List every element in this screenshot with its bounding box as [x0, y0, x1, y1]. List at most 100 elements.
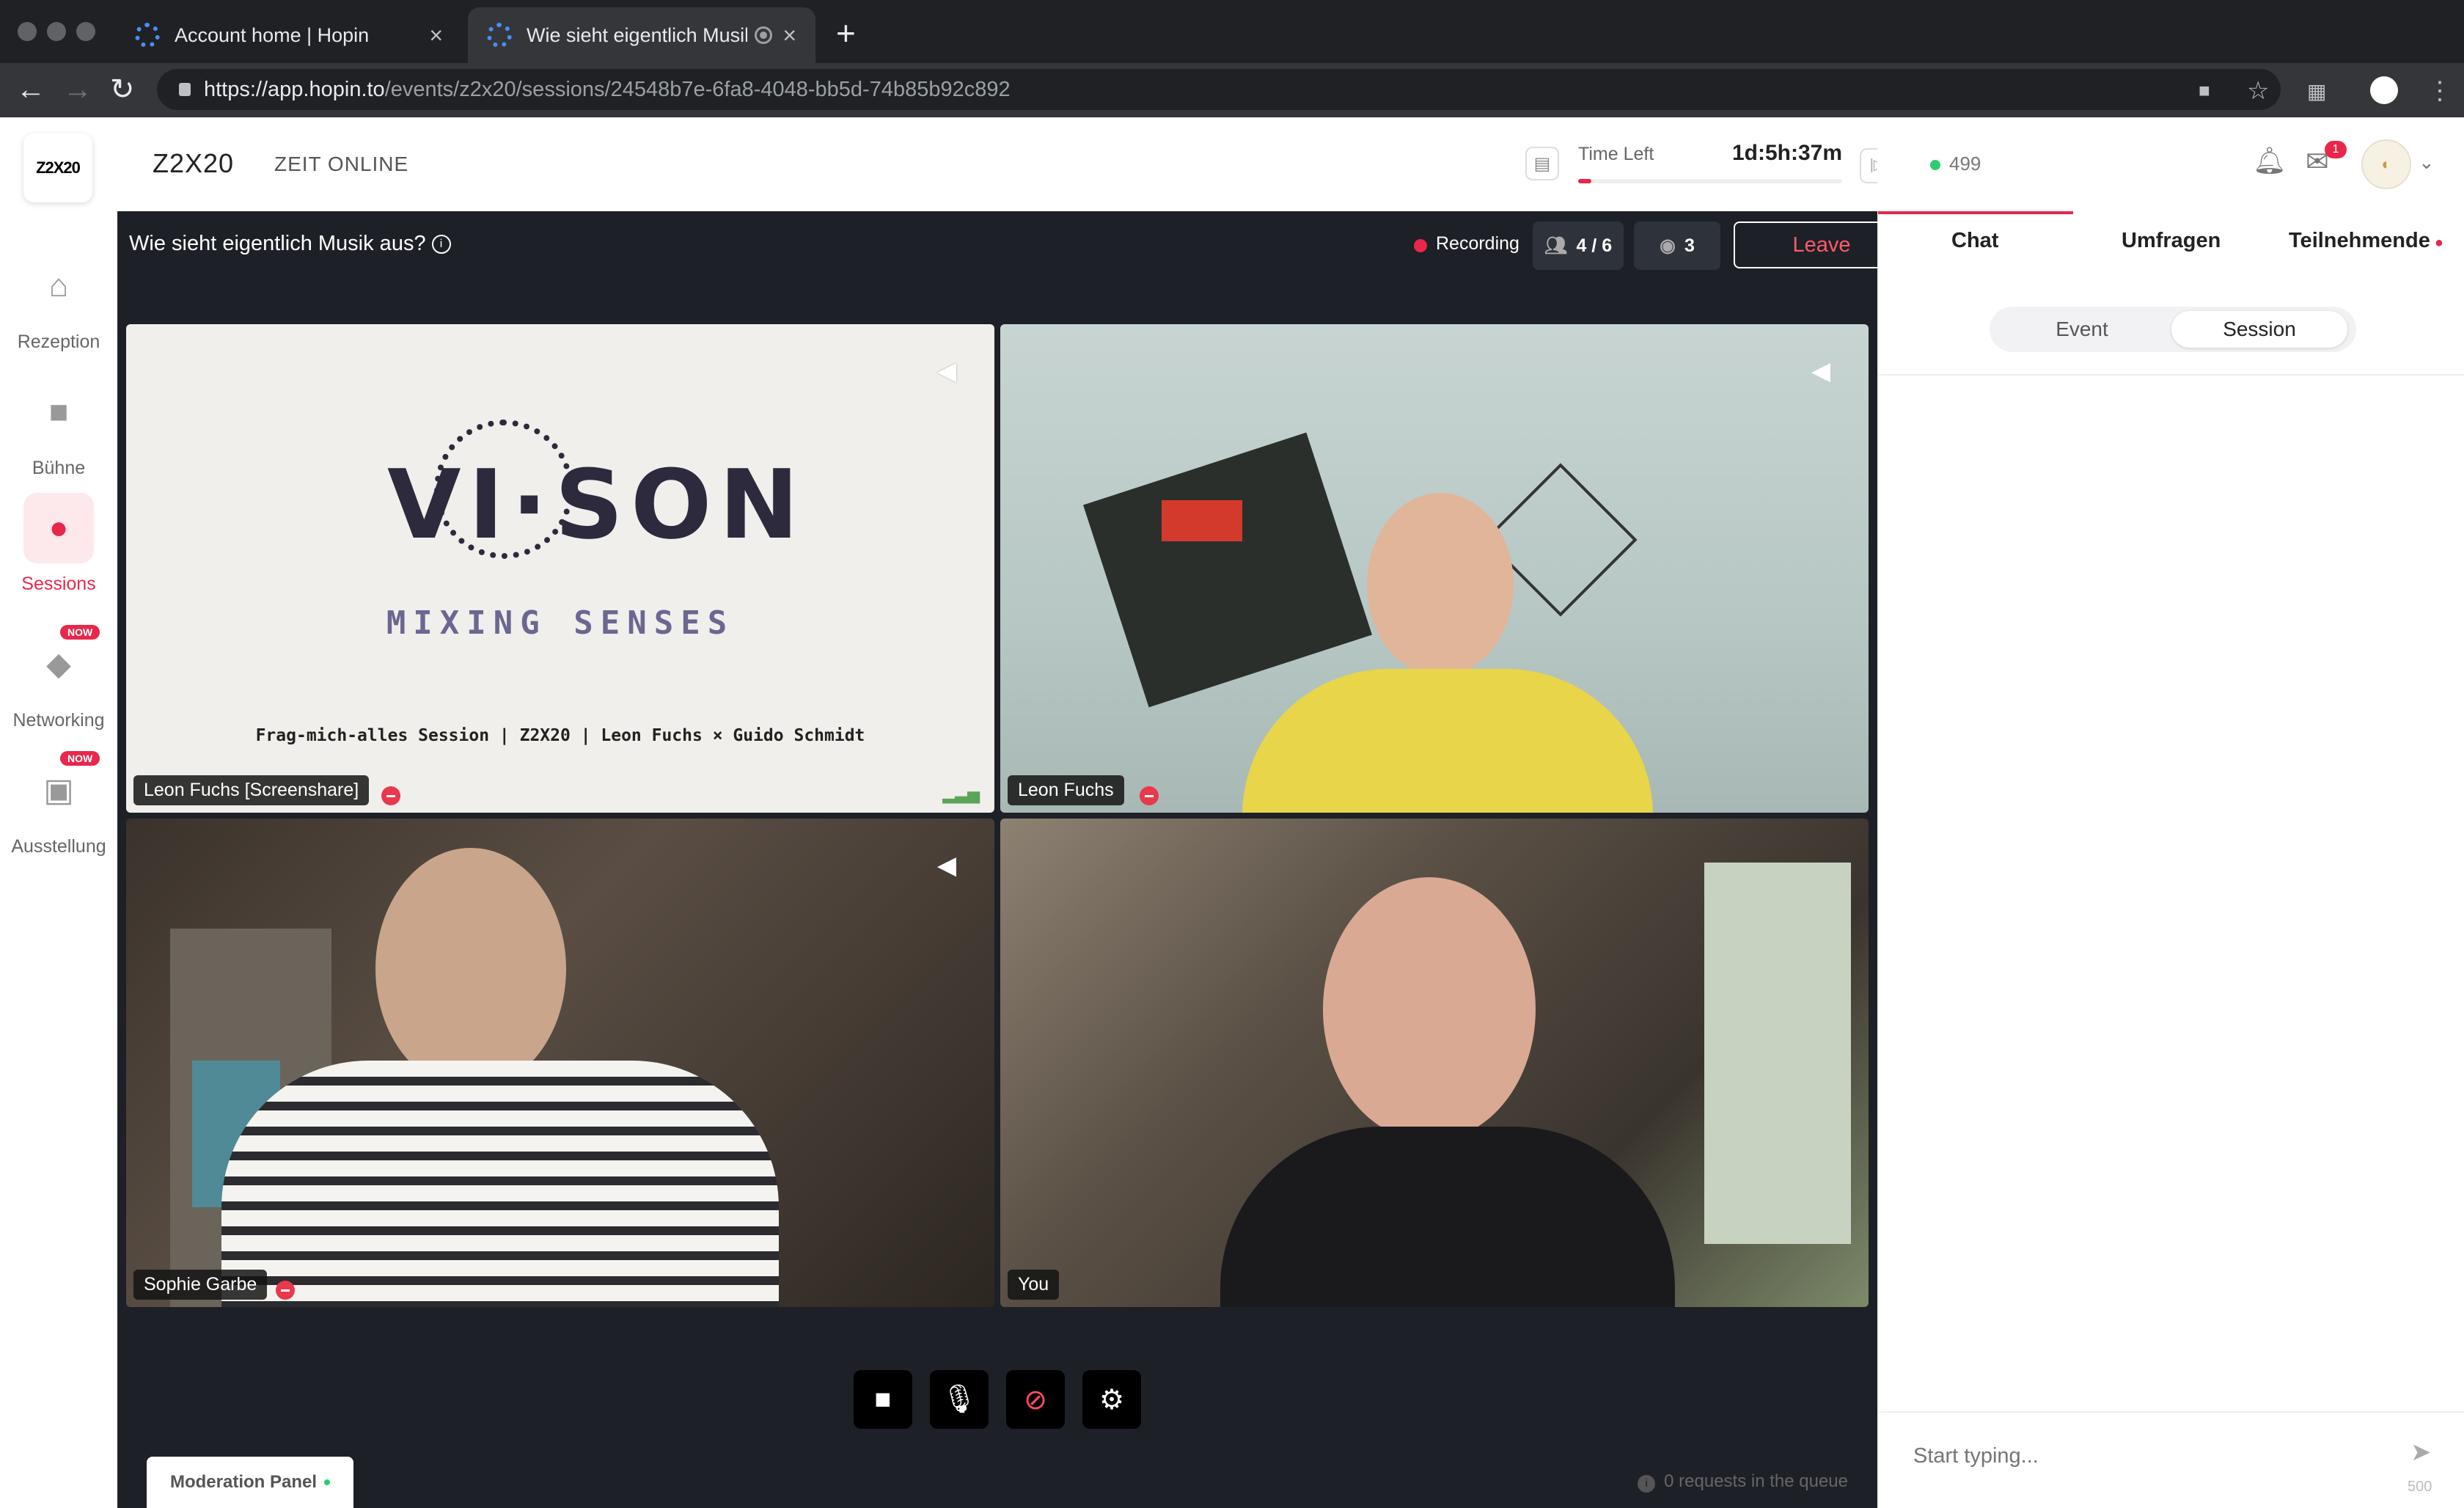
close-tab-icon[interactable]: ×: [782, 22, 796, 49]
bookmark-star-icon[interactable]: ☆: [2247, 76, 2269, 106]
viewers-count[interactable]: ◉ 3: [1634, 222, 1720, 270]
gear-icon: ⚙: [1099, 1384, 1125, 1416]
info-icon[interactable]: i: [431, 235, 451, 255]
video-camera-icon: ■: [874, 1383, 892, 1415]
media-controls: ■ 🎙︎ ⊘ ⚙: [117, 1370, 1877, 1429]
speaker-icon[interactable]: ◀: [937, 356, 956, 386]
speaker-icon[interactable]: ◀: [1811, 356, 1830, 386]
session-title-text: Wie sieht eigentlich Musik aus?: [129, 232, 426, 255]
hopin-favicon-icon: [135, 23, 160, 48]
participant-face: [1367, 493, 1514, 676]
video-tile-screenshare[interactable]: VI·SON MIXING SENSES Frag-mich-alles Ses…: [126, 324, 994, 813]
sidebar-item-label: Networking: [12, 710, 105, 731]
sidebar-item-ausstellung[interactable]: ▣ NOW Ausstellung: [0, 751, 117, 857]
chat-input[interactable]: [1912, 1443, 2355, 1469]
more-menu-icon[interactable]: ⋮: [2427, 76, 2452, 106]
tab-teilnehmende[interactable]: Teilnehmende ●: [2289, 229, 2443, 253]
time-left-progress: [1578, 179, 1842, 183]
microphone-toggle-button[interactable]: 🎙︎: [930, 1370, 989, 1429]
address-bar[interactable]: https://app.hopin.to /events/z2x20/sessi…: [157, 69, 2281, 110]
segment-session[interactable]: Session: [2171, 311, 2347, 348]
sidebar-item-buehne[interactable]: ■ Bühne: [0, 377, 117, 479]
tile-name-label: You: [1008, 1270, 1060, 1300]
booth-icon: ▣: [43, 772, 74, 808]
screenshare-logo: VI·SON: [387, 449, 807, 560]
recording-dot-icon: [1414, 239, 1427, 252]
divider: [1878, 374, 2464, 376]
viewers-value: 3: [1684, 235, 1695, 256]
moderation-panel-label: Moderation Panel: [169, 1472, 318, 1492]
segment-event[interactable]: Event: [1994, 311, 2170, 348]
video-tile-you[interactable]: You: [1000, 819, 1869, 1307]
speaker-icon[interactable]: ◀: [937, 851, 956, 880]
right-panel: Chat Umfragen Teilnehmende ● Event Sessio…: [1877, 211, 2464, 1508]
bell-icon[interactable]: 🔔︎: [2253, 145, 2287, 176]
moderation-panel-tab[interactable]: Moderation Panel: [147, 1457, 353, 1508]
reload-icon[interactable]: ↻: [110, 73, 135, 106]
sidebar-item-sessions[interactable]: ● Sessions: [0, 493, 117, 595]
browser-tab-account-home[interactable]: Account home | Hopin ×: [116, 7, 462, 63]
close-tab-icon[interactable]: ×: [429, 22, 443, 49]
participants-value: 4 / 6: [1576, 235, 1613, 256]
close-window-button[interactable]: [18, 22, 37, 41]
minimize-window-button[interactable]: [47, 22, 66, 41]
active-tab-indicator: [1878, 211, 2073, 214]
sticker-decor: [1162, 500, 1242, 541]
tab-title: Account home | Hopin: [175, 23, 370, 46]
screenshare-toggle-button[interactable]: ⊘: [1006, 1370, 1065, 1429]
camera-permission-icon[interactable]: ■: [2199, 79, 2210, 102]
screenshare-tagline: MIXING SENSES: [386, 604, 735, 642]
forward-icon[interactable]: →: [63, 73, 92, 106]
tab-chat[interactable]: Chat: [1951, 229, 1998, 253]
sidebar-item-networking[interactable]: ◆ NOW Networking: [0, 625, 117, 731]
participants-count[interactable]: 👥︎ 4 / 6: [1533, 222, 1624, 270]
browser-tab-session[interactable]: Wie sieht eigentlich Musik aus? ×: [468, 7, 815, 63]
tile-name-label: Leon Fuchs: [1008, 775, 1124, 805]
tab-teilnehmende-label: Teilnehmende: [2289, 229, 2430, 252]
sidebar-item-rezeption[interactable]: ⌂ Rezeption: [0, 251, 117, 353]
home-icon: ⌂: [48, 268, 69, 304]
mail-badge: 1: [2325, 141, 2347, 158]
send-icon[interactable]: ➤: [2410, 1438, 2432, 1467]
screenshare-off-icon: ⊘: [1024, 1384, 1047, 1416]
status-dot-icon: [324, 1479, 331, 1485]
calendar-icon[interactable]: ▤: [1525, 147, 1559, 180]
char-count: 500: [2408, 1479, 2432, 1495]
extensions-icon[interactable]: ▦: [2307, 79, 2326, 103]
maximize-window-button[interactable]: [76, 22, 95, 41]
new-tab-icon[interactable]: +: [836, 13, 856, 53]
participant-face: [1323, 877, 1536, 1141]
back-icon[interactable]: ←: [16, 73, 45, 106]
chevron-down-icon[interactable]: ⌄: [2419, 151, 2435, 174]
sidebar: ⌂ Rezeption ■ Bühne ● Sessions ◆ NOW Net…: [0, 211, 117, 1508]
hopin-favicon-icon: [487, 23, 512, 48]
video-tile-leon-fuchs[interactable]: ◀ Leon Fuchs: [1000, 324, 1869, 813]
queue-text: 0 requests in the queue: [1664, 1471, 1848, 1491]
participant-face: [375, 848, 566, 1090]
camera-toggle-button[interactable]: ■: [854, 1370, 912, 1429]
event-organizer: ZEIT ONLINE: [274, 153, 409, 175]
participant-shirt: [1242, 669, 1653, 813]
now-badge: NOW: [60, 625, 100, 640]
now-badge: NOW: [60, 751, 100, 766]
event-logo[interactable]: Z2X20: [23, 133, 92, 202]
tab-umfragen[interactable]: Umfragen: [2122, 229, 2221, 253]
time-left-label: Time Left: [1578, 144, 1654, 164]
right-header: 499 🔔︎ ✉ 1 ◐ ⌄: [1877, 117, 2464, 211]
tile-name-label: Leon Fuchs [Screenshare]: [133, 775, 370, 805]
recording-indicator-icon: [755, 26, 773, 44]
people-icon: 👥︎: [1544, 235, 1568, 256]
handshake-icon: ◆: [46, 646, 71, 682]
time-left-value: 1d:5h:37m: [1732, 141, 1843, 165]
profile-avatar[interactable]: [2370, 76, 2398, 104]
session-title: Wie sieht eigentlich Musik aus? i: [129, 232, 451, 256]
participant-shirt: [1220, 1127, 1675, 1307]
app-header: Z2X20 Z2X20 ZEIT ONLINE ▤ Time Left 1d:5…: [0, 117, 1895, 211]
sidebar-item-label: Rezeption: [17, 332, 100, 352]
tile-name-label: Sophie Garbe: [133, 1270, 268, 1300]
settings-button[interactable]: ⚙: [1082, 1370, 1141, 1429]
video-tile-sophie-garbe[interactable]: ◀ Sophie Garbe: [126, 819, 994, 1307]
user-avatar[interactable]: ◐: [2361, 139, 2411, 189]
signal-strength-icon: ▂▃▅: [942, 785, 980, 803]
online-status-icon: [1930, 160, 1940, 170]
